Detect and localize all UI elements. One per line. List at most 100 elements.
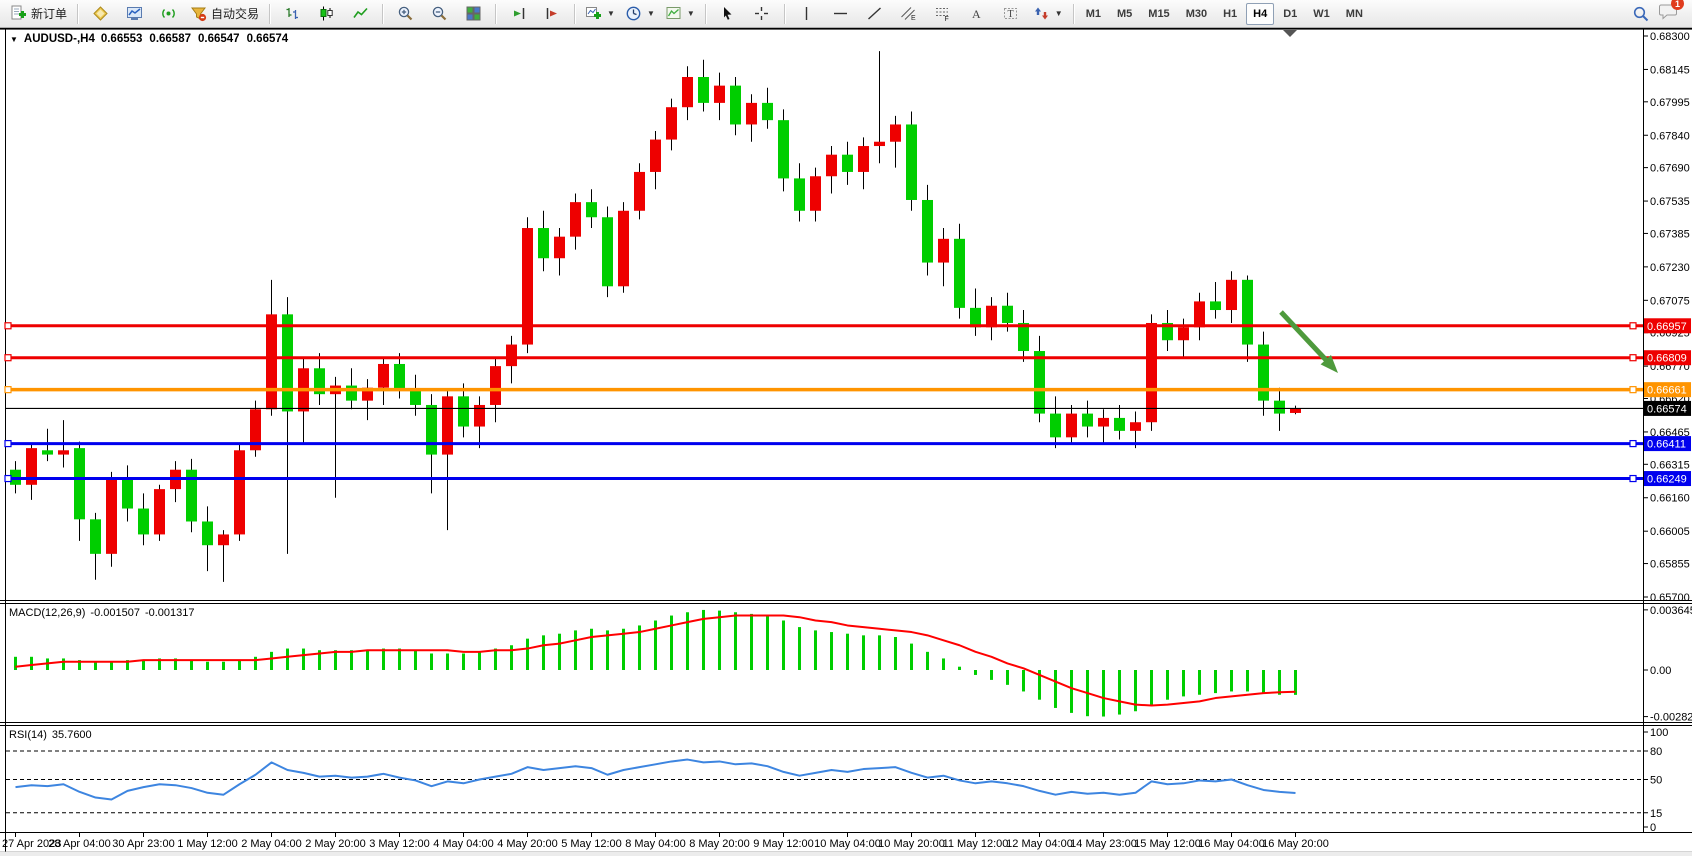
auto-scroll-icon xyxy=(510,5,527,22)
chevron-down-icon: ▼ xyxy=(647,9,655,18)
svg-text:8 May 20:00: 8 May 20:00 xyxy=(689,838,750,850)
chart-canvas[interactable]: 0.683000.681450.679950.678400.676900.675… xyxy=(0,28,1692,852)
text-label-button[interactable]: T xyxy=(994,1,1028,26)
macd-indicator-label: MACD(12,26,9) -0.001507 -0.001317 xyxy=(9,607,195,619)
toolbar-separator xyxy=(705,4,706,24)
trendline-button[interactable] xyxy=(858,1,892,26)
svg-text:0.67535: 0.67535 xyxy=(1650,196,1690,208)
svg-text:3 May 12:00: 3 May 12:00 xyxy=(369,838,430,850)
timeframe-button-W1[interactable]: W1 xyxy=(1306,3,1337,25)
timeframe-button-M30[interactable]: M30 xyxy=(1179,3,1214,25)
svg-text:F: F xyxy=(945,16,949,22)
periods-button[interactable]: ▼ xyxy=(620,1,660,26)
svg-text:10 May 04:00: 10 May 04:00 xyxy=(814,838,881,850)
notifications-button[interactable]: 1 xyxy=(1658,2,1677,25)
line-chart-button[interactable] xyxy=(343,1,377,26)
chevron-down-icon: ▼ xyxy=(687,9,695,18)
svg-text:10 May 20:00: 10 May 20:00 xyxy=(878,838,945,850)
macd-main-value: -0.001507 xyxy=(90,607,140,619)
tile-windows-button[interactable] xyxy=(456,1,490,26)
templates-button[interactable]: ▼ xyxy=(660,1,700,26)
rsi-indicator-label: RSI(14) 35.7600 xyxy=(9,729,92,741)
market-watch-button[interactable] xyxy=(83,1,117,26)
toolbar: 新订单 自动交易 ▼ ▼ xyxy=(0,0,1692,28)
svg-text:A: A xyxy=(972,7,981,21)
bar-chart-button[interactable] xyxy=(275,1,309,26)
svg-text:0.65700: 0.65700 xyxy=(1650,592,1690,604)
auto-trading-button[interactable]: 自动交易 xyxy=(185,1,264,26)
zoom-out-icon xyxy=(431,5,448,22)
toolbar-separator xyxy=(382,4,383,24)
trendline-icon xyxy=(866,5,883,22)
svg-text:8 May 04:00: 8 May 04:00 xyxy=(625,838,686,850)
auto-scroll-button[interactable] xyxy=(501,1,535,26)
timeframe-button-H1[interactable]: H1 xyxy=(1216,3,1244,25)
chart-shift-button[interactable] xyxy=(535,1,569,26)
horizontal-line-button[interactable] xyxy=(824,1,858,26)
zoom-in-button[interactable] xyxy=(388,1,422,26)
candlestick-button[interactable] xyxy=(309,1,343,26)
navigator-button[interactable] xyxy=(117,1,151,26)
svg-text:0.67690: 0.67690 xyxy=(1650,163,1690,175)
svg-text:0.66249: 0.66249 xyxy=(1647,474,1687,486)
svg-text:0.66315: 0.66315 xyxy=(1650,459,1690,471)
svg-text:2 May 20:00: 2 May 20:00 xyxy=(305,838,366,850)
svg-text:0.66661: 0.66661 xyxy=(1647,385,1687,397)
chart-window[interactable]: 0.683000.681450.679950.678400.676900.675… xyxy=(0,28,1692,852)
arrow-shapes-button[interactable]: ▼ xyxy=(1028,1,1068,26)
templates-icon xyxy=(665,5,682,22)
toolbar-separator xyxy=(269,4,270,24)
timeframe-button-H4[interactable]: H4 xyxy=(1246,3,1274,25)
channel-button[interactable]: E xyxy=(892,1,926,26)
svg-text:-0.002824: -0.002824 xyxy=(1650,712,1692,724)
chart-title: ▼ AUDUSD-,H4 0.66553 0.66587 0.66547 0.6… xyxy=(10,33,288,45)
vertical-line-button[interactable] xyxy=(790,1,824,26)
market-watch-icon xyxy=(92,5,109,22)
timeframe-button-M5[interactable]: M5 xyxy=(1110,3,1139,25)
svg-text:0.66411: 0.66411 xyxy=(1647,439,1686,451)
chart-shift-icon xyxy=(544,5,561,22)
cursor-button[interactable] xyxy=(711,1,745,26)
timeframe-button-D1[interactable]: D1 xyxy=(1276,3,1304,25)
svg-text:0.68300: 0.68300 xyxy=(1650,31,1690,43)
svg-text:1 May 12:00: 1 May 12:00 xyxy=(177,838,238,850)
svg-text:100: 100 xyxy=(1650,727,1668,739)
toolbar-separator xyxy=(574,4,575,24)
timeframe-button-M1[interactable]: M1 xyxy=(1079,3,1108,25)
crosshair-button[interactable] xyxy=(745,1,779,26)
svg-text:0.67230: 0.67230 xyxy=(1650,262,1690,274)
chevron-down-icon: ▼ xyxy=(607,9,615,18)
svg-text:2 May 04:00: 2 May 04:00 xyxy=(241,838,302,850)
indicators-icon xyxy=(585,5,602,22)
svg-text:9 May 12:00: 9 May 12:00 xyxy=(753,838,814,850)
tile-windows-icon xyxy=(465,5,482,22)
ohlc-high: 0.66587 xyxy=(149,33,191,45)
svg-text:4 May 04:00: 4 May 04:00 xyxy=(433,838,494,850)
one-click-trading-toggle[interactable]: ▼ xyxy=(10,35,18,44)
svg-text:0.67075: 0.67075 xyxy=(1650,295,1690,307)
new-order-label: 新订单 xyxy=(31,5,67,22)
zoom-out-button[interactable] xyxy=(422,1,456,26)
chevron-down-icon: ▼ xyxy=(1055,9,1063,18)
indicators-button[interactable]: ▼ xyxy=(580,1,620,26)
rsi-value: 35.7600 xyxy=(52,729,92,741)
line-chart-icon xyxy=(352,5,369,22)
vertical-line-icon xyxy=(798,5,815,22)
svg-text:12 May 04:00: 12 May 04:00 xyxy=(1006,838,1073,850)
text-button[interactable]: A xyxy=(960,1,994,26)
fibonacci-button[interactable]: F xyxy=(926,1,960,26)
new-order-icon xyxy=(10,5,27,22)
svg-text:0.66005: 0.66005 xyxy=(1650,526,1690,538)
timeframe-button-M15[interactable]: M15 xyxy=(1141,3,1176,25)
toolbar-separator xyxy=(77,4,78,24)
new-order-button[interactable]: 新订单 xyxy=(5,1,72,26)
arrow-shapes-icon xyxy=(1033,5,1050,22)
bar-chart-icon xyxy=(284,5,301,22)
svg-text:5 May 12:00: 5 May 12:00 xyxy=(561,838,622,850)
signals-button[interactable] xyxy=(151,1,185,26)
svg-text:0.66574: 0.66574 xyxy=(1647,403,1687,415)
ohlc-close: 0.66574 xyxy=(247,33,289,45)
svg-text:16 May 20:00: 16 May 20:00 xyxy=(1262,838,1329,850)
search-icon[interactable] xyxy=(1632,5,1650,23)
timeframe-button-MN[interactable]: MN xyxy=(1339,3,1370,25)
